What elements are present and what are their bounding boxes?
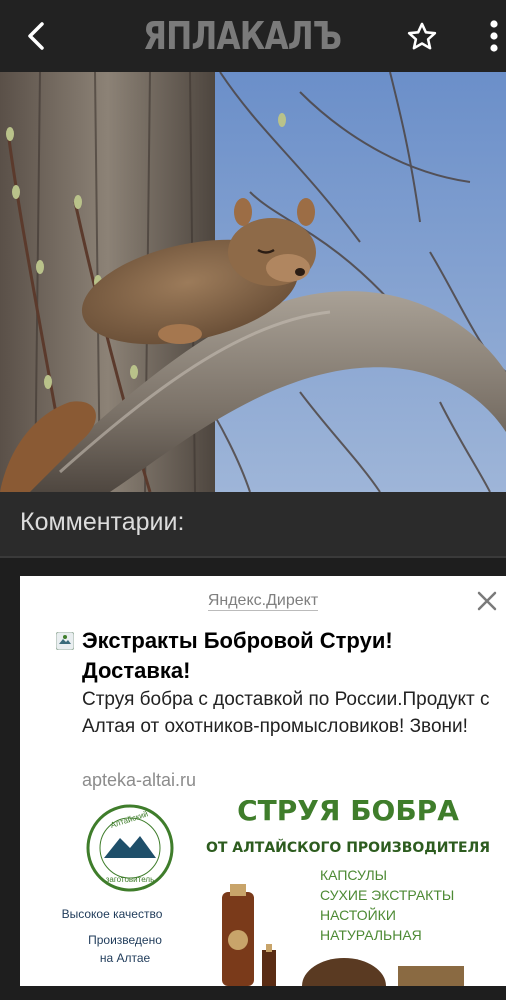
logo-text: ЯПЛАКАЛЪ	[143, 14, 342, 58]
ad-description: Струя бобра с доставкой по России.Продук…	[82, 689, 490, 737]
banner-badge-2: Произведено	[88, 933, 162, 947]
bottom-strip	[0, 986, 506, 1000]
banner-badge-3: на Алтае	[100, 951, 151, 965]
banner-feature-2: СУХИЕ ЭКСТРАКТЫ	[320, 887, 454, 903]
ad-source-label[interactable]: Яндекс.Директ	[20, 592, 506, 611]
chevron-left-icon	[28, 22, 44, 50]
ad-title-link[interactable]: Экстракты Бобровой Струи! Доставка!	[82, 626, 482, 686]
section-divider	[0, 556, 506, 558]
more-vertical-icon	[490, 20, 498, 52]
ad-banner-graphic: Алтайский заготовитель СТРУЯ БОБРА ОТ АЛ…	[20, 794, 506, 986]
comments-title: Комментарии:	[20, 508, 185, 536]
top-app-bar: ЯПЛАКАЛЪ	[0, 0, 506, 72]
favorite-button[interactable]	[405, 20, 439, 54]
ad-favicon-icon	[55, 631, 75, 651]
banner-feature-4: НАТУРАЛЬНАЯ	[320, 927, 422, 943]
banner-feature-1: КАПСУЛЫ	[320, 867, 387, 883]
emblem-text-bottom: заготовитель	[106, 875, 154, 884]
ad-source-text: Яндекс.Директ	[207, 592, 319, 611]
banner-headline: СТРУЯ БОБРА	[237, 800, 459, 827]
comments-header: Комментарии:	[0, 492, 506, 556]
squirrel-photo-image	[0, 72, 506, 492]
close-icon	[477, 591, 497, 611]
ad-banner-image[interactable]: Алтайский заготовитель СТРУЯ БОБРА ОТ АЛ…	[20, 794, 506, 986]
banner-badge-1: Высокое качество	[62, 907, 163, 921]
post-photo[interactable]	[0, 72, 506, 492]
banner-feature-3: НАСТОЙКИ	[320, 906, 396, 923]
more-options-button[interactable]	[484, 16, 504, 56]
site-logo[interactable]: ЯПЛАКАЛЪ	[143, 14, 388, 58]
ad-card[interactable]: Яндекс.Директ Экстракты Бобровой Струи! …	[20, 576, 506, 986]
ad-domain-link[interactable]: apteka-altai.ru	[82, 770, 196, 791]
banner-subheadline: ОТ АЛТАЙСКОГО ПРОИЗВОДИТЕЛЯ	[206, 839, 490, 856]
star-outline-icon	[407, 22, 437, 50]
back-button[interactable]	[18, 18, 58, 54]
ad-close-button[interactable]	[476, 590, 498, 612]
